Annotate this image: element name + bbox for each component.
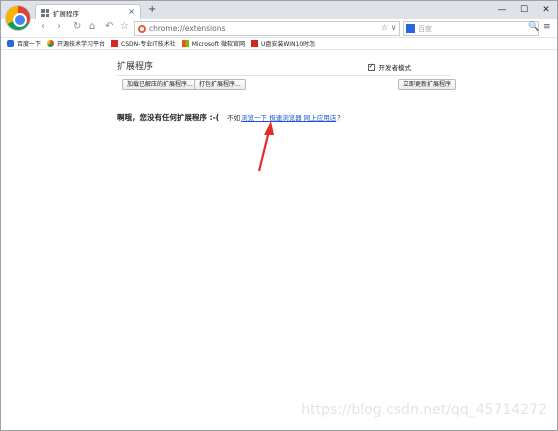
address-text[interactable]: chrome://extensions (149, 24, 225, 33)
bookmark-label: Microsoft 微软官网 (191, 41, 245, 48)
search-placeholder: 百度 (418, 25, 432, 33)
watermark: https://blog.csdn.net/qq_45714272 (301, 402, 547, 418)
close-window-button[interactable]: ✕ (535, 1, 557, 19)
arrow-head (264, 121, 274, 135)
chrome-icon (47, 40, 55, 47)
bookmark-oss-learning[interactable]: 开源技术学习平台 (47, 39, 105, 48)
bookmark-microsoft[interactable]: Microsoft 微软官网 (181, 39, 245, 48)
window-controls: — ☐ ✕ (491, 1, 557, 19)
maximize-button[interactable]: ☐ (513, 1, 535, 19)
bookmark-label: U盘安装WIN10时怎 (260, 41, 316, 48)
address-bar-actions[interactable]: ☆ ∨ (381, 23, 397, 32)
browser-window: 扩展程序 × + — ☐ ✕ ‹ › ↻ ⌂ ↶ ☆ chrome://exte… (0, 0, 558, 431)
csdn-icon (111, 40, 119, 47)
forward-button[interactable]: › (57, 21, 61, 32)
extensions-icon (41, 9, 49, 17)
back-button[interactable]: ‹ (41, 21, 45, 32)
bookmarks-bar: 百度一下 开源技术学习平台 CSDN-专业IT技术社 Microsoft 微软官… (1, 38, 557, 50)
tab-title: 扩展程序 (53, 10, 79, 18)
minimize-button[interactable]: — (491, 1, 513, 19)
microsoft-icon (181, 40, 189, 47)
bookmark-csdn[interactable]: CSDN-专业IT技术社 (111, 39, 176, 48)
bookmark-label: CSDN-专业IT技术社 (121, 41, 176, 48)
csdn-icon (250, 40, 258, 47)
annotation-arrow (257, 121, 274, 172)
search-input[interactable]: 百度 (403, 21, 539, 36)
bookmark-label: 开源技术学习平台 (57, 41, 106, 48)
address-bar[interactable]: chrome://extensions (134, 21, 400, 36)
toolbar: ‹ › ↻ ⌂ ↶ ☆ chrome://extensions ☆ ∨ 百度 🔍… (1, 19, 557, 38)
new-tab-button[interactable]: + (148, 4, 156, 15)
reload-button[interactable]: ↻ (73, 21, 81, 32)
menu-icon[interactable]: ≡ (543, 22, 551, 32)
chrome-page-icon (138, 25, 146, 33)
baidu-icon (406, 24, 415, 33)
browser-logo-icon[interactable] (5, 5, 31, 31)
bookmark-baidu[interactable]: 百度一下 (7, 39, 41, 48)
bookmark-label: 百度一下 (17, 41, 42, 48)
title-bar: 扩展程序 × + — ☐ ✕ (1, 1, 557, 20)
undo-close-tab-button[interactable]: ↶ (105, 21, 113, 32)
tab-close-icon[interactable]: × (128, 7, 135, 16)
bookmark-usb-win10[interactable]: U盘安装WIN10时怎 (250, 39, 316, 48)
home-button[interactable]: ⌂ (89, 21, 95, 32)
extensions-page: 扩展程序 开发者模式 加载已解压的扩展程序... 打包扩展程序... 立即更新扩… (1, 51, 557, 431)
tab-extensions[interactable]: 扩展程序 × (35, 4, 141, 20)
arrow-shaft (257, 130, 271, 172)
search-icon[interactable]: 🔍 (528, 22, 539, 32)
bookmark-star-icon[interactable]: ☆ (120, 21, 129, 32)
baidu-icon (7, 40, 14, 47)
